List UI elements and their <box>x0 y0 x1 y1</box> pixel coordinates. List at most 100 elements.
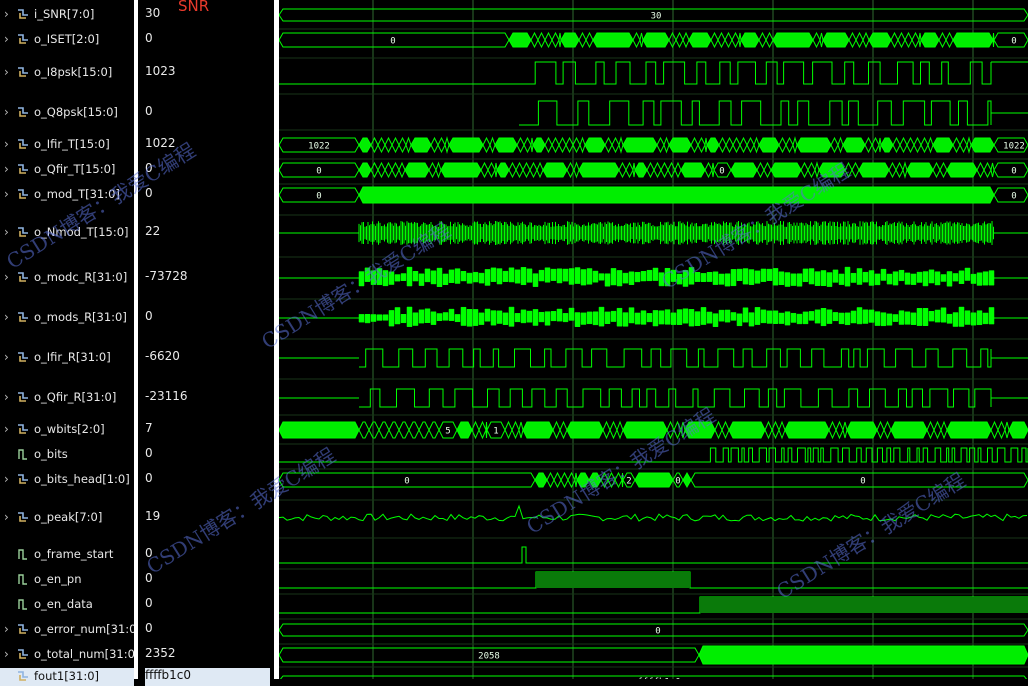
wave-o-iset <box>632 31 641 49</box>
signal-value: 0 <box>145 161 153 175</box>
expand-chevron-icon[interactable]: › <box>4 390 13 404</box>
bit-signal-icon <box>17 573 29 585</box>
bus-signal-icon <box>17 391 29 403</box>
wave-o-qfir-t <box>625 161 634 179</box>
wave-o-wbits <box>478 420 487 440</box>
wave-o-q8psk <box>519 100 992 126</box>
expand-chevron-icon[interactable]: › <box>4 510 13 524</box>
wave-o-ifir-t <box>410 137 432 153</box>
signal-row-o_bits_head10[interactable]: › o_bits_head[1:0] <box>0 471 134 489</box>
bit-signal-icon <box>17 448 29 460</box>
expand-chevron-icon[interactable]: › <box>4 65 13 79</box>
wave-o-ifir-t <box>690 136 699 154</box>
expand-chevron-icon[interactable]: › <box>4 162 13 176</box>
bit-signal-icon <box>17 598 29 610</box>
expand-chevron-icon[interactable]: › <box>4 647 13 661</box>
signal-row-o_en_pn[interactable]: o_en_pn <box>0 571 134 589</box>
expand-chevron-icon[interactable]: › <box>4 32 13 46</box>
signal-name: o_ISET[2:0] <box>34 32 100 46</box>
expand-chevron-icon[interactable]: › <box>4 187 13 201</box>
waveform-canvas[interactable]: 3000102210220000051020002058ffffb1c0 <box>278 0 1028 686</box>
signal-row-o_modc_r310[interactable]: › o_modc_R[31:0] <box>0 269 134 287</box>
expand-chevron-icon[interactable]: › <box>4 350 13 364</box>
expand-chevron-icon[interactable]: › <box>4 622 13 636</box>
wave-o-wbits <box>609 420 618 440</box>
expand-chevron-icon[interactable]: › <box>4 310 13 324</box>
expand-chevron-icon[interactable]: › <box>4 225 13 239</box>
signal-row-o_nmod_t150[interactable]: › o_Nmod_T[15:0] <box>0 224 134 242</box>
wave-o-wbits <box>883 420 892 440</box>
bus-signal-icon <box>17 188 29 200</box>
wave-o-qfir-t <box>529 161 538 179</box>
signal-row-i_snr70[interactable]: › i_SNR[7:0] <box>0 6 134 24</box>
wave-o-wbits <box>673 420 682 440</box>
signal-row-o_ifir_r310[interactable]: › o_Ifir_R[31:0] <box>0 349 134 367</box>
signal-row-o_total_num310[interactable]: › o_total_num[31:0] <box>0 646 134 664</box>
bus-signal-icon <box>17 271 29 283</box>
signal-row-o_i8psk150[interactable]: › o_I8psk[15:0] <box>0 64 134 82</box>
signal-name: o_bits <box>34 447 68 461</box>
wave-o-wbits <box>418 421 430 439</box>
waveform-pane[interactable]: 3000102210220000051020002058ffffb1c0 <box>278 0 1028 686</box>
wave-o-qfir-t <box>807 161 816 179</box>
wave-o-ifir-t <box>837 136 844 154</box>
wave-o-qfir-t <box>902 161 908 179</box>
wave-o-wbits <box>622 421 668 439</box>
wave-o-iset <box>855 31 864 49</box>
wave-o-wbits <box>378 421 390 439</box>
signal-row-o_frame_start[interactable]: o_frame_start <box>0 546 134 564</box>
signal-row-o_wbits20[interactable]: › o_wbits[2:0] <box>0 421 134 439</box>
expand-chevron-icon[interactable]: › <box>4 7 13 21</box>
expand-chevron-icon[interactable]: › <box>4 270 13 284</box>
wave-o-wbits <box>842 421 848 439</box>
signal-row-fout1310[interactable]: fout1[31:0] <box>0 668 134 686</box>
wave-o-qfir-t <box>384 161 393 179</box>
wave-o-wbits <box>368 421 380 439</box>
expand-chevron-icon[interactable]: › <box>4 472 13 486</box>
expand-chevron-icon[interactable]: › <box>4 422 13 436</box>
wave-o-ifir-t <box>516 136 525 154</box>
wave-o-wbits <box>552 420 561 440</box>
signal-value: 2352 <box>145 646 176 660</box>
wave-o-qfir-t <box>370 161 379 179</box>
signal-row-o_qfir_r310[interactable]: › o_Qfir_R[31:0] <box>0 389 134 407</box>
signal-row-o_mods_r310[interactable]: › o_mods_R[31:0] <box>0 309 134 327</box>
signal-row-o_q8psk150[interactable]: › o_Q8psk[15:0] <box>0 104 134 122</box>
signal-row-o_ifir_t150[interactable]: › o_Ifir_T[15:0] <box>0 136 134 154</box>
signal-row-o_qfir_t150[interactable]: › o_Qfir_T[15:0] <box>0 161 134 179</box>
signal-row-o_en_data[interactable]: o_en_data <box>0 596 134 614</box>
wave-o-ifir-t <box>778 136 787 154</box>
wave-o-qfir-t <box>906 162 934 178</box>
wave-o-wbits <box>714 420 723 440</box>
wave-o-wbits <box>721 420 730 440</box>
wave-o-qfir-t <box>932 161 941 179</box>
wave-o-wbits <box>784 421 830 439</box>
wave-o-ifir-t <box>785 136 794 154</box>
signal-name: fout1[31:0] <box>34 669 99 683</box>
wave-o-qfir-t <box>646 161 655 179</box>
signal-row-o_bits[interactable]: o_bits <box>0 446 134 464</box>
wave-o-iset <box>952 32 994 48</box>
expand-chevron-icon[interactable]: › <box>4 137 13 151</box>
wave-o-wbits <box>997 420 1006 440</box>
signal-row-o_error_num310[interactable]: › o_error_num[31:0] <box>0 621 134 639</box>
signal-value: 19 <box>145 509 161 523</box>
signal-name: o_Ifir_T[15:0] <box>34 137 110 151</box>
wave-o-ifir-t <box>618 136 624 154</box>
wave-label-iset-end: 0 <box>1011 37 1016 47</box>
wave-o-ifir-t <box>370 136 379 154</box>
expand-chevron-icon[interactable]: › <box>4 105 13 119</box>
wave-o-qfir-t <box>895 161 904 179</box>
wave-label-qfir-mid: 0 <box>719 167 724 177</box>
signal-name: o_wbits[2:0] <box>34 422 105 436</box>
signal-row-o_iset20[interactable]: › o_ISET[2:0] <box>0 31 134 49</box>
wave-o-wbits <box>602 420 611 440</box>
wave-o-iset <box>920 32 940 48</box>
bus-signal-icon <box>17 623 29 635</box>
wave-o-bits-head <box>560 471 569 489</box>
wave-o-ifir-t <box>656 136 665 154</box>
signal-name: o_Nmod_T[15:0] <box>34 225 129 239</box>
signal-row-o_mod_t310[interactable]: › o_mod_T[31:0] <box>0 186 134 204</box>
wave-o-qfir-t <box>660 161 669 179</box>
signal-row-o_peak70[interactable]: › o_peak[7:0] <box>0 509 134 527</box>
